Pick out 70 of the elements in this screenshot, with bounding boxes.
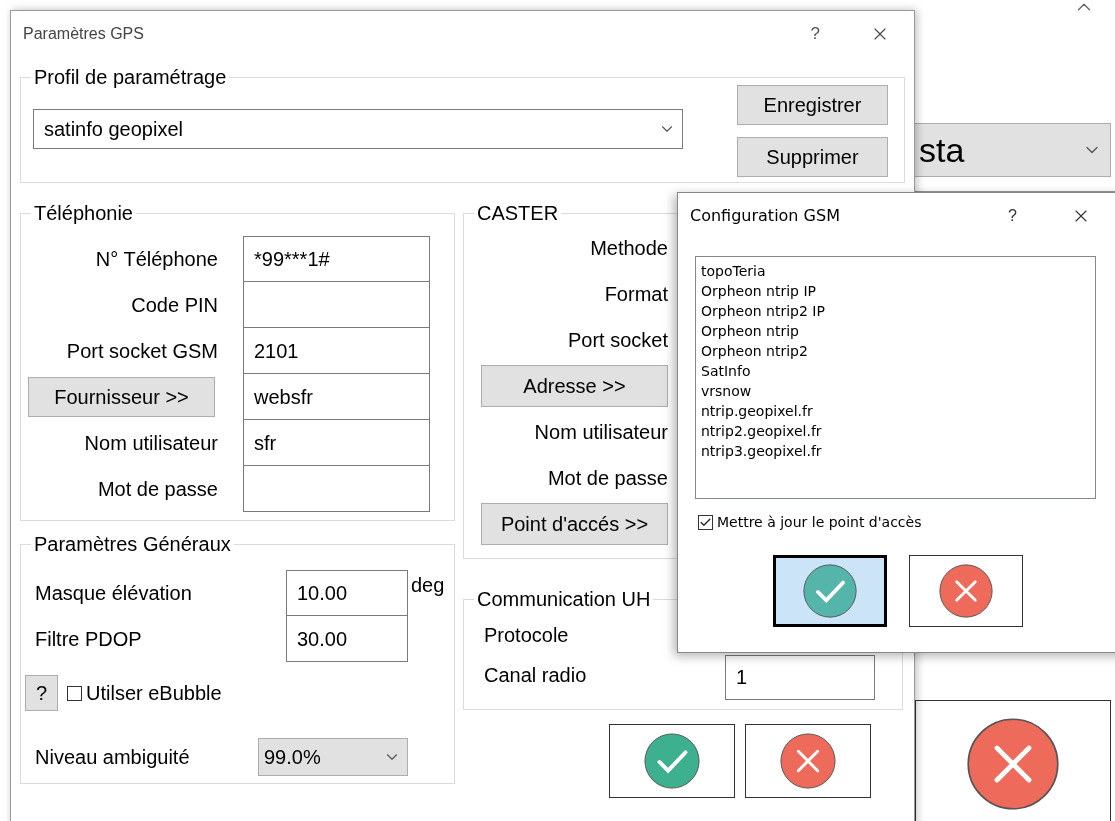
field-label: Mot de passe — [547, 466, 668, 491]
access-point-button[interactable]: Point d'accés >> — [481, 503, 668, 545]
ok-button[interactable] — [773, 555, 887, 627]
input-field[interactable]: sfr — [243, 420, 430, 466]
list-item[interactable]: Orpheon ntrip2 IP — [701, 301, 825, 321]
field-label: Canal radio — [484, 663, 587, 688]
group-title: Communication UH — [476, 587, 652, 611]
list-item[interactable]: ntrip2.geopixel.fr — [701, 421, 822, 441]
input-field[interactable]: 1 — [725, 655, 875, 700]
field-label: Nom utilisateur — [534, 420, 668, 445]
dropdown[interactable]: sta — [914, 123, 1111, 177]
field-label: Code PIN — [131, 293, 218, 318]
field-label: Nom utilisateur — [84, 431, 218, 456]
help-button[interactable]: ? — [810, 21, 820, 47]
field-label: Methode — [590, 236, 668, 261]
checkbox-label: Mettre à jour le point d'accès — [717, 513, 922, 532]
list-item[interactable]: topoTeria — [701, 261, 766, 281]
group-title: Paramètres Généraux — [33, 532, 232, 556]
group-title: Téléphonie — [33, 201, 134, 225]
group-title: CASTER — [476, 201, 560, 225]
close-circle-icon — [938, 563, 994, 619]
checkbox[interactable] — [67, 685, 82, 701]
field-label: Niveau ambiguité — [35, 745, 191, 770]
ambiguity-dropdown[interactable]: 99.0% — [258, 738, 408, 776]
input-field[interactable]: websfr — [243, 374, 430, 420]
checkbox[interactable] — [698, 515, 713, 530]
list-item[interactable]: ntrip3.geopixel.fr — [701, 441, 822, 461]
help-button[interactable]: ? — [1008, 204, 1017, 228]
ok-button[interactable] — [609, 724, 735, 798]
close-circle-icon — [779, 732, 837, 790]
profile-dropdown[interactable]: satinfo geopixel — [33, 109, 683, 149]
dropdown-value: satinfo geopixel — [44, 117, 183, 142]
list-item[interactable]: Orpheon ntrip2 — [701, 341, 808, 361]
window-title: Paramètres GPS — [23, 24, 144, 44]
help-button[interactable]: ? — [25, 675, 58, 711]
input-field[interactable] — [243, 282, 430, 328]
window-title: Configuration GSM — [690, 205, 840, 227]
field-label: Port socket — [567, 328, 668, 353]
field-label: Mot de passe — [97, 477, 218, 502]
input-field[interactable]: 30.00 — [286, 616, 408, 662]
list-item[interactable]: Orpheon ntrip — [701, 321, 799, 341]
cancel-button[interactable] — [909, 555, 1023, 627]
input-field[interactable] — [243, 466, 430, 512]
dropdown-value: 99.0% — [264, 745, 321, 770]
field-label: N° Téléphone — [95, 247, 218, 272]
check-circle-icon — [802, 563, 858, 619]
list-item[interactable]: ntrip.geopixel.fr — [701, 401, 813, 421]
list-item[interactable]: SatInfo — [701, 361, 751, 381]
group-title: Profil de paramétrage — [33, 65, 228, 89]
input-field[interactable]: 10.00 — [286, 570, 408, 616]
checkbox-label: Utilser eBubble — [86, 681, 222, 706]
field-label: Format — [604, 282, 668, 307]
list-item[interactable]: vrsnow — [701, 381, 752, 401]
check-circle-icon — [643, 732, 701, 790]
close-circle-icon — [965, 716, 1061, 812]
unit-label: deg — [411, 574, 445, 596]
save-button[interactable]: Enregistrer — [737, 85, 888, 125]
field-label: Masque élévation — [35, 581, 192, 606]
cancel-button[interactable] — [915, 700, 1111, 821]
provider-button[interactable]: Fournisseur >> — [28, 377, 215, 417]
dropdown-value: sta — [919, 133, 965, 167]
field-label: Protocole — [484, 623, 569, 648]
cancel-button[interactable] — [745, 724, 871, 798]
input-field[interactable]: *99***1# — [243, 236, 430, 282]
input-field[interactable]: 2101 — [243, 328, 430, 374]
delete-button[interactable]: Supprimer — [737, 137, 888, 177]
address-button[interactable]: Adresse >> — [481, 365, 668, 407]
list-item[interactable]: Orpheon ntrip IP — [701, 281, 816, 301]
field-label: Port socket GSM — [66, 339, 218, 364]
field-label: Filtre PDOP — [35, 627, 142, 652]
